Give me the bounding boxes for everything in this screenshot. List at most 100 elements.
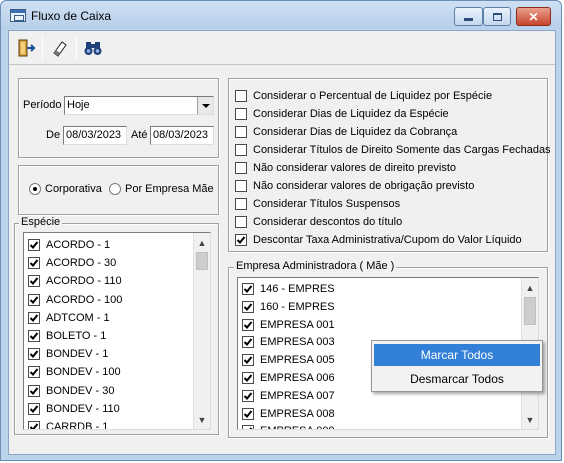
menu-item-desmarcar-todos[interactable]: Desmarcar Todos [374, 368, 540, 390]
checkbox[interactable] [28, 257, 40, 270]
radio-corporativa-label: Corporativa [45, 183, 102, 195]
minimize-icon [464, 18, 473, 21]
empresa-item[interactable]: EMPRESA 008 [242, 405, 335, 423]
option-label: Considerar Títulos Suspensos [253, 198, 401, 210]
checkbox[interactable] [235, 144, 247, 156]
close-button[interactable]: ✕ [516, 7, 551, 26]
binoculars-icon [84, 42, 102, 55]
especie-item[interactable]: ACORDO - 100 [28, 291, 122, 309]
scroll-thumb[interactable] [524, 297, 536, 325]
checkbox[interactable] [242, 407, 254, 420]
especie-item-label: ACORDO - 110 [46, 275, 122, 288]
exit-button[interactable] [12, 34, 40, 62]
scroll-up-icon[interactable]: ▲ [522, 279, 538, 296]
empresa-item[interactable]: 146 - EMPRES [242, 280, 335, 298]
period-dropdown-button[interactable] [197, 97, 213, 114]
option-label: Considerar descontos do título [253, 216, 403, 228]
especie-item[interactable]: BONDEV - 100 [28, 363, 121, 381]
option-checkbox-row[interactable]: Considerar Títulos Suspensos [235, 198, 400, 210]
maximize-button[interactable] [483, 7, 511, 26]
checkbox[interactable] [242, 372, 254, 384]
option-checkbox-row[interactable]: Considerar o Percentual de Liquidez por … [235, 90, 492, 102]
radio-corporativa[interactable]: Corporativa [29, 183, 102, 195]
checkbox[interactable] [28, 275, 40, 288]
especie-item[interactable]: ACORDO - 30 [28, 254, 116, 272]
period-select[interactable]: Hoje [64, 96, 214, 115]
option-checkbox-row[interactable]: Considerar Dias de Liquidez da Espécie [235, 108, 449, 120]
period-label: Período [23, 99, 62, 111]
checkbox[interactable] [242, 336, 254, 349]
checkbox[interactable] [235, 108, 247, 120]
checkbox[interactable] [235, 90, 247, 102]
from-date-label: De [46, 129, 61, 141]
checkbox[interactable] [235, 162, 247, 174]
especie-item-label: BONDEV - 1 [46, 348, 109, 361]
checkbox[interactable] [28, 402, 40, 415]
checkbox[interactable] [28, 348, 40, 361]
empresa-item-label: EMPRESA 008 [260, 407, 335, 420]
checkbox[interactable] [242, 318, 254, 331]
checkbox[interactable] [28, 421, 40, 429]
empresa-item[interactable]: EMPRESA 005 [242, 351, 335, 369]
especie-item[interactable]: ACORDO - 110 [28, 272, 122, 290]
checkbox[interactable] [28, 366, 40, 379]
checkbox[interactable] [235, 198, 247, 210]
option-checkbox-row[interactable]: Não considerar valores de obrigação prev… [235, 180, 474, 192]
empresa-item[interactable]: 160 - EMPRES [242, 298, 335, 316]
window-title: Fluxo de Caixa [31, 9, 112, 23]
empresa-item[interactable]: EMPRESA 006 [242, 369, 335, 387]
checkbox[interactable] [242, 425, 254, 429]
radio-corporativa-dot [29, 183, 41, 195]
exit-door-icon [18, 39, 36, 57]
checkbox[interactable] [235, 126, 247, 138]
checkbox[interactable] [28, 293, 40, 306]
checkbox[interactable] [28, 384, 40, 397]
option-checkbox-row[interactable]: Descontar Taxa Administrativa/Cupom do V… [235, 234, 522, 246]
empresa-item[interactable]: EMPRESA 007 [242, 387, 335, 405]
empresa-item-label: 146 - EMPRES [260, 283, 335, 295]
especie-item[interactable]: BONDEV - 30 [28, 382, 114, 400]
option-label: Considerar Títulos de Direito Somente da… [253, 144, 551, 156]
checkbox[interactable] [242, 283, 254, 295]
option-label: Considerar Dias de Liquidez da Cobrança [253, 126, 458, 138]
from-date-input[interactable]: 08/03/2023 [63, 126, 127, 145]
search-button[interactable] [79, 34, 107, 62]
scroll-down-icon[interactable]: ▼ [522, 411, 538, 428]
checkbox[interactable] [242, 300, 254, 313]
especie-item[interactable]: BOLETO - 1 [28, 327, 106, 345]
checkbox[interactable] [235, 180, 247, 192]
option-checkbox-row[interactable]: Não considerar valores de direito previs… [235, 162, 456, 174]
scroll-up-icon[interactable]: ▲ [194, 234, 210, 251]
empresa-item-label: EMPRESA 001 [260, 318, 335, 331]
especie-scrollbar[interactable]: ▲ ▼ [193, 233, 210, 429]
chevron-down-icon [201, 103, 210, 108]
to-date-input[interactable]: 08/03/2023 [150, 126, 214, 145]
option-checkbox-row[interactable]: Considerar Títulos de Direito Somente da… [235, 144, 551, 156]
menu-item-marcar-todos[interactable]: Marcar Todos [374, 344, 540, 366]
especie-list[interactable]: ▲ ▼ ACORDO - 1 ACORDO - 30 ACORDO - 110 ACO… [23, 232, 211, 430]
checkbox[interactable] [28, 330, 40, 342]
option-checkbox-row[interactable]: Considerar descontos do título [235, 216, 402, 228]
checkbox[interactable] [28, 311, 40, 324]
especie-item[interactable]: ADTCOM - 1 [28, 309, 110, 327]
checkbox[interactable] [235, 234, 247, 246]
checkbox[interactable] [242, 389, 254, 402]
checkbox[interactable] [28, 239, 40, 251]
checkbox[interactable] [242, 354, 254, 367]
especie-item-label: ACORDO - 30 [46, 257, 117, 270]
minimize-button[interactable] [454, 7, 483, 26]
especie-item[interactable]: ACORDO - 1 [28, 236, 110, 254]
empresa-item[interactable]: EMPRESA 009 [242, 422, 335, 429]
title-bar[interactable]: Fluxo de Caixa ✕ [1, 1, 561, 29]
especie-item[interactable]: CARRDB - 1 [28, 418, 108, 429]
especie-item[interactable]: BONDEV - 1 [28, 345, 108, 363]
scroll-down-icon[interactable]: ▼ [194, 411, 210, 428]
radio-por-empresa-mae[interactable]: Por Empresa Mãe [109, 183, 214, 195]
empresa-item[interactable]: EMPRESA 001 [242, 316, 335, 334]
clear-button[interactable] [46, 34, 74, 62]
checkbox[interactable] [235, 216, 247, 228]
option-checkbox-row[interactable]: Considerar Dias de Liquidez da Cobrança [235, 126, 457, 138]
scroll-thumb[interactable] [196, 252, 208, 270]
empresa-item[interactable]: EMPRESA 003 [242, 333, 335, 351]
especie-item[interactable]: BONDEV - 110 [28, 400, 120, 418]
